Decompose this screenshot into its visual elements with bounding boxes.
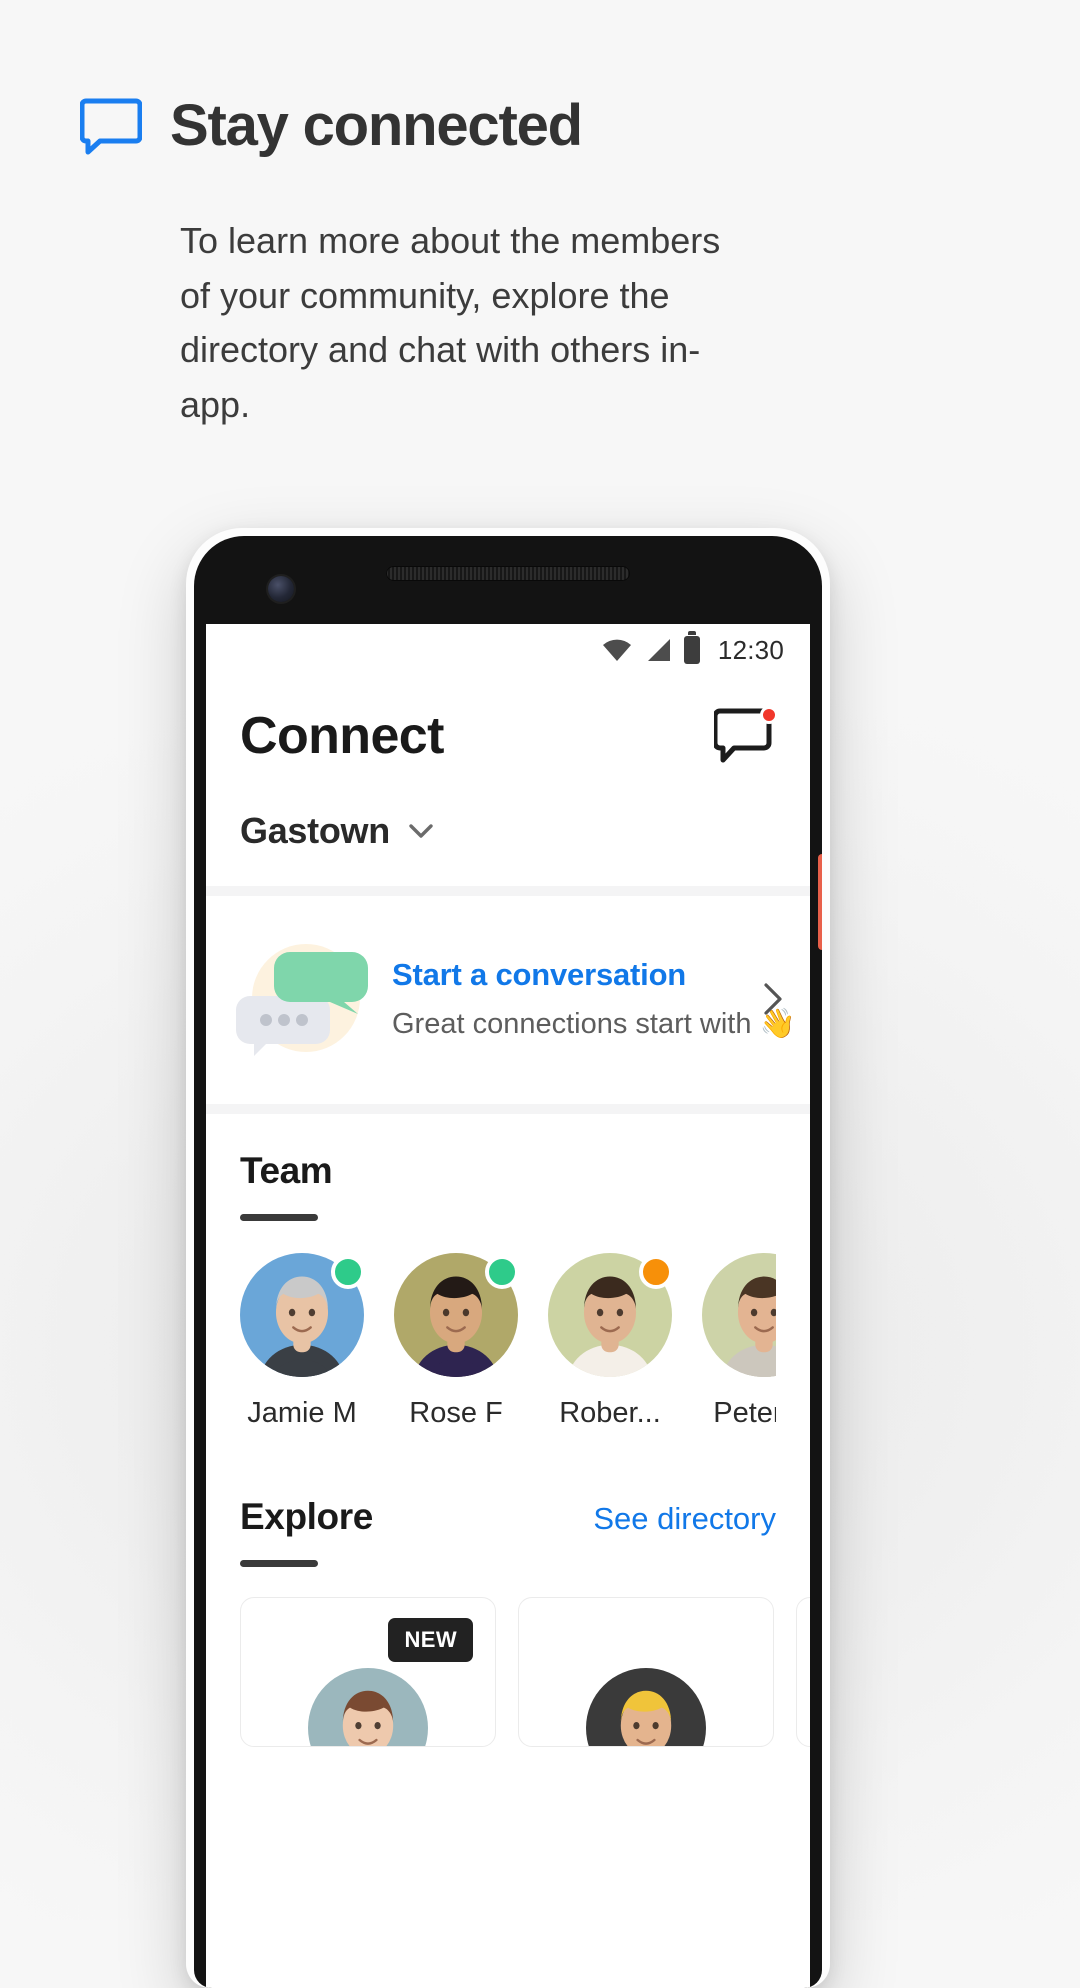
- team-member-name: Rober...: [559, 1397, 661, 1429]
- start-conversation-card[interactable]: Start a conversation Great connections s…: [206, 896, 810, 1104]
- front-camera-icon: [268, 576, 294, 602]
- team-member-name: Rose F: [409, 1397, 503, 1429]
- explore-card-avatar: [308, 1668, 428, 1746]
- conversation-title: Start a conversation: [392, 957, 687, 992]
- community-selector[interactable]: Gastown: [206, 800, 810, 886]
- promo-title-row: Stay connected: [0, 0, 1080, 156]
- promo-section: Stay connected To learn more about the m…: [0, 0, 1080, 433]
- explore-underline: [240, 1560, 318, 1567]
- unread-badge: [760, 706, 778, 724]
- app-title: Connect: [240, 707, 444, 765]
- earpiece-speaker: [386, 566, 630, 581]
- explore-card-list[interactable]: NEW: [240, 1597, 810, 1747]
- presence-indicator: [331, 1255, 365, 1289]
- team-member[interactable]: Rose F: [394, 1253, 519, 1430]
- battery-icon: [683, 636, 700, 664]
- explore-card[interactable]: [518, 1597, 774, 1747]
- presence-indicator: [485, 1255, 519, 1289]
- phone-side-button: [818, 854, 822, 950]
- status-bar-time: 12:30: [717, 634, 784, 665]
- phone-mockup: 12:30 Connect Gastown Start a conversati…: [186, 528, 830, 1988]
- explore-card-avatar: [586, 1668, 706, 1746]
- explore-header: Explore See directory: [240, 1496, 776, 1538]
- team-member[interactable]: Rober...: [548, 1253, 673, 1430]
- phone-body: 12:30 Connect Gastown Start a conversati…: [194, 536, 822, 1988]
- avatar-wrapper: [548, 1253, 673, 1377]
- team-member[interactable]: Jamie M: [240, 1253, 365, 1430]
- chevron-down-icon: [408, 823, 434, 839]
- presence-indicator: [639, 1255, 673, 1289]
- team-member-name: Jamie M: [247, 1397, 357, 1429]
- page-title: Stay connected: [170, 93, 583, 158]
- team-title: Team: [240, 1150, 333, 1191]
- app-header: Connect: [206, 676, 810, 800]
- messages-button[interactable]: [712, 706, 778, 764]
- phone-screen: 12:30 Connect Gastown Start a conversati…: [206, 624, 810, 1988]
- status-bar: 12:30: [206, 624, 810, 676]
- team-member-list[interactable]: Jamie MRose FRober...Peter MRach...: [240, 1253, 776, 1430]
- avatar-wrapper: [394, 1253, 519, 1377]
- chat-bubbles-illustration: [232, 934, 384, 1064]
- explore-card[interactable]: [796, 1597, 810, 1747]
- avatar-wrapper: [702, 1253, 776, 1377]
- team-underline: [240, 1214, 318, 1221]
- phone-top-bezel: [194, 536, 822, 624]
- promo-body-text: To learn more about the members of your …: [180, 220, 721, 426]
- new-badge: NEW: [388, 1618, 473, 1662]
- chevron-right-icon: [762, 982, 784, 1016]
- explore-section: Explore See directory NEW: [206, 1460, 810, 1747]
- explore-title: Explore: [240, 1496, 373, 1537]
- section-divider-2: [206, 1104, 810, 1114]
- team-member[interactable]: Peter M: [702, 1253, 776, 1430]
- chat-bubble-outline-icon: [79, 96, 143, 156]
- conversation-text: Start a conversation Great connections s…: [392, 957, 796, 1041]
- wifi-icon: [602, 638, 632, 662]
- team-section: Team Jamie MRose FRober...Peter MRach...: [206, 1114, 810, 1430]
- cellular-signal-icon: [644, 638, 672, 662]
- see-directory-link[interactable]: See directory: [593, 1501, 776, 1537]
- conversation-subtitle: Great connections start with 👋: [392, 1008, 796, 1040]
- team-member-name: Peter M: [713, 1397, 776, 1429]
- avatar: [702, 1253, 776, 1377]
- community-name: Gastown: [240, 810, 390, 851]
- section-divider: [206, 886, 810, 896]
- team-header: Team: [240, 1150, 776, 1192]
- avatar-wrapper: [240, 1253, 365, 1377]
- chat-bubble-icon: [712, 708, 776, 768]
- explore-card[interactable]: NEW: [240, 1597, 496, 1747]
